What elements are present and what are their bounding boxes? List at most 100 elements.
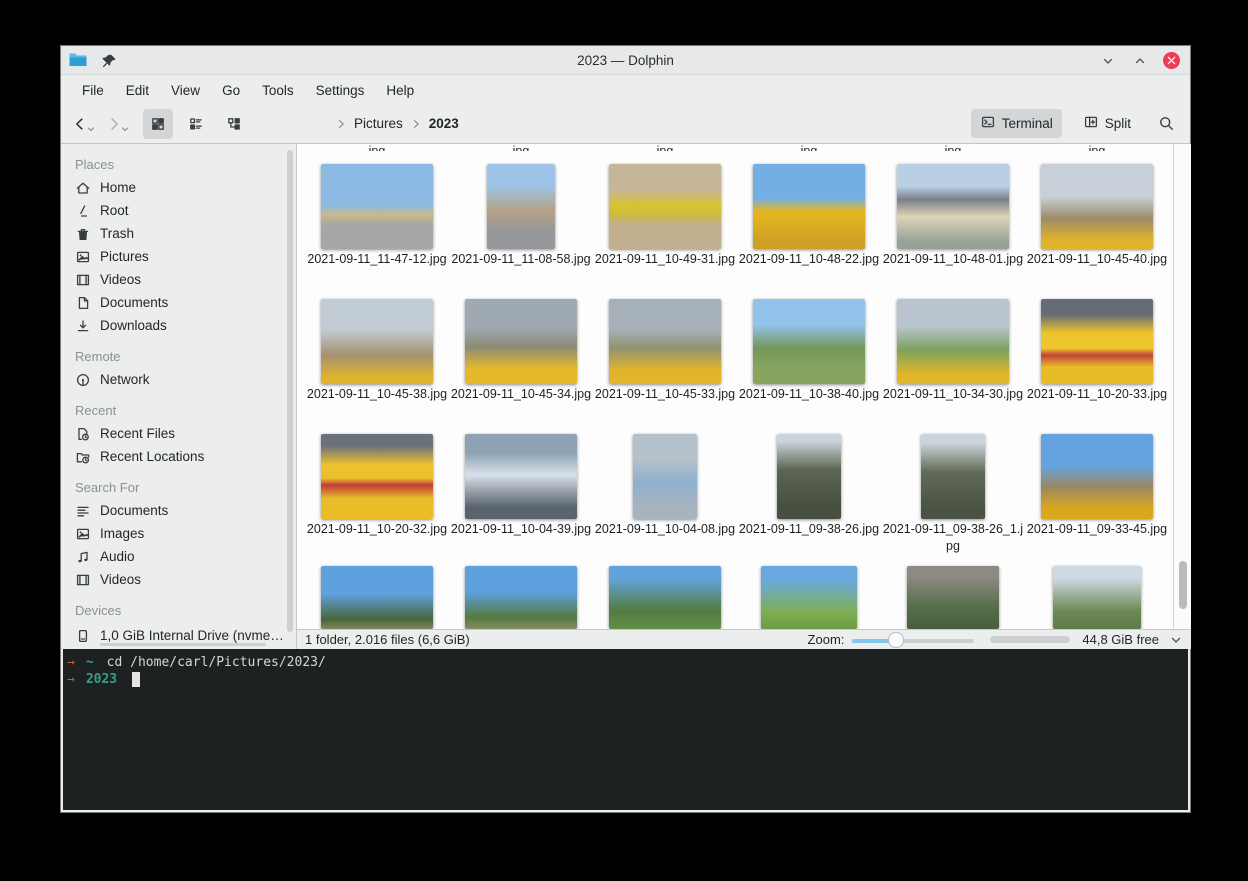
file-item[interactable]: 2021-09-11_11-08-58.jpg [449,161,593,268]
scrollbar-thumb[interactable] [1179,561,1187,609]
compact-view-button[interactable] [181,109,211,139]
menu-help[interactable]: Help [377,80,423,101]
file-view[interactable]: jpgjpgjpgjpgjpgjpg2021-09-11_11-47-12.jp… [296,144,1173,629]
sidebar-item-audio[interactable]: Audio [61,545,296,568]
file-thumbnail[interactable] [1041,299,1153,384]
sidebar-item-documents[interactable]: Documents [61,499,296,522]
menu-go[interactable]: Go [213,80,249,101]
menu-file[interactable]: File [73,80,113,101]
sidebar-item-images[interactable]: Images [61,522,296,545]
file-item[interactable] [593,566,737,629]
sidebar-item-pictures[interactable]: Pictures [61,245,296,268]
forward-history-caret-icon[interactable] [121,120,129,138]
file-name[interactable]: 2021-09-11_10-34-30.jpg [882,386,1024,403]
file-thumbnail[interactable] [1041,434,1153,519]
search-button[interactable] [1152,110,1180,138]
zoom-slider[interactable] [852,632,974,648]
close-button[interactable] [1163,52,1180,69]
file-item[interactable]: 2021-09-11_09-33-45.jpg [1025,431,1169,556]
file-name[interactable]: 2021-09-11_10-48-01.jpg [882,251,1024,268]
file-thumbnail[interactable] [321,434,433,519]
file-thumbnail[interactable] [321,566,433,629]
zoom-slider-handle[interactable] [888,632,904,648]
terminal-button[interactable]: Terminal [971,109,1062,138]
breadcrumb-pictures[interactable]: Pictures [351,114,406,133]
file-thumbnail[interactable] [897,164,1009,249]
sidebar-item-network[interactable]: Network [61,368,296,391]
forward-button[interactable] [99,109,129,139]
file-thumbnail[interactable] [753,299,865,384]
file-item[interactable]: 2021-09-11_10-45-33.jpg [593,296,737,403]
details-view-button[interactable] [219,109,249,139]
file-thumbnail[interactable] [321,299,433,384]
sidebar-item-videos[interactable]: Videos [61,268,296,291]
file-item[interactable]: 2021-09-11_10-45-40.jpg [1025,161,1169,268]
file-item[interactable] [449,566,593,629]
file-thumbnail[interactable] [609,566,721,629]
file-thumbnail[interactable] [753,164,865,249]
sidebar-item-videos[interactable]: Videos [61,568,296,591]
file-name[interactable]: 2021-09-11_10-45-33.jpg [594,386,736,403]
places-scrollbar[interactable] [287,150,293,632]
titlebar[interactable]: 2023 — Dolphin [61,46,1190,75]
file-thumbnail[interactable] [1041,164,1153,249]
menu-settings[interactable]: Settings [307,80,374,101]
file-name[interactable]: 2021-09-11_11-47-12.jpg [306,251,448,268]
file-thumbnail[interactable] [465,566,577,629]
file-name[interactable]: 2021-09-11_09-33-45.jpg [1026,521,1168,538]
file-item[interactable]: 2021-09-11_10-34-30.jpg [881,296,1025,403]
file-name[interactable]: 2021-09-11_10-48-22.jpg [738,251,880,268]
file-item[interactable]: 2021-09-11_10-48-01.jpg [881,161,1025,268]
file-view-scrollbar[interactable] [1173,144,1191,629]
file-item[interactable]: 2021-09-11_10-48-22.jpg [737,161,881,268]
file-name[interactable]: 2021-09-11_09-38-26_1.jpg [882,521,1024,556]
split-button[interactable]: Split [1074,109,1140,138]
file-thumbnail[interactable] [897,299,1009,384]
file-item[interactable]: 2021-09-11_10-38-40.jpg [737,296,881,403]
file-name[interactable]: 2021-09-11_10-45-40.jpg [1026,251,1168,268]
file-name[interactable]: 2021-09-11_11-08-58.jpg [450,251,592,268]
file-item[interactable] [305,566,449,629]
file-name[interactable]: 2021-09-11_10-20-32.jpg [306,521,448,538]
file-thumbnail[interactable] [609,299,721,384]
file-name[interactable]: 2021-09-11_10-45-38.jpg [306,386,448,403]
file-thumbnail[interactable] [487,164,555,249]
file-item[interactable] [881,566,1025,629]
menu-view[interactable]: View [162,80,209,101]
file-item[interactable] [737,566,881,629]
file-thumbnail[interactable] [609,164,721,249]
sidebar-item-1-0-gib-internal-drive-nvme[interactable]: 1,0 GiB Internal Drive (nvme… [61,622,296,649]
file-item[interactable]: 2021-09-11_09-38-26.jpg [737,431,881,556]
file-thumbnail[interactable] [633,434,697,519]
file-item[interactable]: 2021-09-11_10-45-34.jpg [449,296,593,403]
icons-view-button[interactable] [143,109,173,139]
file-thumbnail[interactable] [921,434,985,519]
file-item[interactable]: 2021-09-11_09-38-26_1.jpg [881,431,1025,556]
file-name[interactable]: 2021-09-11_10-38-40.jpg [738,386,880,403]
file-name[interactable]: 2021-09-11_10-04-39.jpg [450,521,592,538]
file-item[interactable]: 2021-09-11_10-04-08.jpg [593,431,737,556]
sidebar-item-root[interactable]: Root [61,199,296,222]
file-item[interactable]: 2021-09-11_10-20-33.jpg [1025,296,1169,403]
file-item[interactable]: 2021-09-11_11-47-12.jpg [305,161,449,268]
file-item[interactable]: 2021-09-11_10-45-38.jpg [305,296,449,403]
file-thumbnail[interactable] [1053,566,1141,629]
sidebar-item-trash[interactable]: Trash [61,222,296,245]
terminal-panel[interactable]: →~cd /home/carl/Pictures/2023/→2023 [63,649,1188,810]
sidebar-item-recent-files[interactable]: Recent Files [61,422,296,445]
sidebar-item-documents[interactable]: Documents [61,291,296,314]
file-name[interactable]: 2021-09-11_10-20-33.jpg [1026,386,1168,403]
file-item[interactable] [1025,566,1169,629]
back-button[interactable] [65,109,95,139]
file-thumbnail[interactable] [465,299,577,384]
terminal-cursor[interactable] [132,672,140,687]
file-item[interactable]: 2021-09-11_10-20-32.jpg [305,431,449,556]
back-history-caret-icon[interactable] [87,120,95,138]
file-name[interactable]: 2021-09-11_10-04-08.jpg [594,521,736,538]
minimize-button[interactable] [1099,52,1117,70]
sidebar-item-recent-locations[interactable]: Recent Locations [61,445,296,468]
menu-edit[interactable]: Edit [117,80,158,101]
file-name[interactable]: 2021-09-11_10-45-34.jpg [450,386,592,403]
file-name[interactable]: 2021-09-11_10-49-31.jpg [594,251,736,268]
breadcrumb-2023[interactable]: 2023 [426,114,462,133]
